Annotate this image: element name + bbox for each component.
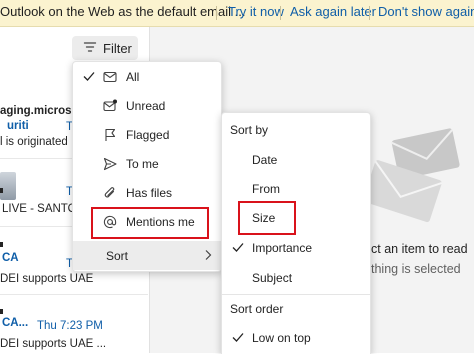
filter-label: Filter (103, 41, 132, 56)
banner-separator (369, 6, 370, 20)
send-icon (103, 157, 117, 171)
paperclip-icon (103, 186, 117, 200)
filter-flagged-item[interactable]: Flagged (73, 121, 221, 149)
checkmark-icon (82, 69, 96, 86)
ask-again-later-link[interactable]: Ask again later (290, 4, 376, 19)
filter-all-item[interactable]: All (73, 63, 221, 91)
filter-lines-icon (83, 40, 97, 57)
unread-marker (0, 188, 3, 193)
filter-menu: All Unread Flagged To me Has files Menti… (72, 61, 222, 272)
sort-by-importance-label: Importance (252, 241, 313, 255)
mail-unread-icon (103, 99, 117, 113)
banner-separator (280, 6, 281, 20)
sort-by-size-label: Size (252, 211, 276, 225)
dont-show-again-link[interactable]: Don't show again (378, 4, 474, 19)
sort-by-from-label: From (252, 182, 280, 196)
subject-fragment: uriti (7, 120, 29, 132)
sender-name: CA (2, 252, 19, 264)
sort-by-importance-item[interactable]: Importance (222, 234, 370, 262)
filter-to-me-label: To me (126, 157, 159, 171)
sender-name: CA... (2, 317, 29, 329)
filter-flagged-label: Flagged (126, 128, 170, 142)
message-preview: l is originated (0, 136, 68, 148)
message-preview: DEI supports UAE (0, 273, 94, 285)
sort-order-low-on-top-label: Low on top (252, 331, 311, 345)
checkmark-icon (231, 330, 245, 347)
row-divider (0, 294, 148, 295)
filter-sort-item[interactable]: Sort (73, 241, 221, 270)
banner-separator (216, 6, 217, 20)
filter-button[interactable]: Filter (72, 36, 138, 60)
filter-has-files-label: Has files (126, 186, 173, 200)
chevron-right-icon (203, 249, 213, 264)
mail-icon (103, 70, 117, 84)
filter-has-files-item[interactable]: Has files (73, 179, 221, 207)
flag-icon (103, 128, 117, 142)
sort-by-subject-label: Subject (252, 271, 293, 285)
sort-by-subject-item[interactable]: Subject (222, 264, 370, 292)
sort-by-header: Sort by (230, 123, 269, 137)
filter-unread-item[interactable]: Unread (73, 92, 221, 120)
sort-order-header: Sort order (230, 302, 284, 316)
filter-unread-label: Unread (126, 99, 166, 113)
filter-mentions-me-label: Mentions me (126, 215, 195, 229)
filter-to-me-item[interactable]: To me (73, 150, 221, 178)
default-mail-banner: Outlook on the Web as the default email … (0, 0, 474, 27)
filter-mentions-me-item[interactable]: Mentions me (73, 208, 221, 236)
filter-sort-label: Sort (106, 249, 129, 263)
sort-by-date-item[interactable]: Date (222, 146, 370, 174)
at-sign-icon (103, 215, 117, 229)
message-time: Thu 7:23 PM (37, 320, 103, 332)
try-it-now-link[interactable]: Try it now (228, 4, 284, 19)
checkmark-icon (231, 240, 245, 257)
empty-state-title: ct an item to read (371, 242, 468, 256)
filter-all-label: All (126, 70, 140, 84)
banner-message: Outlook on the Web as the default email … (0, 4, 246, 19)
sort-order-low-on-top-item[interactable]: Low on top (222, 324, 370, 352)
unread-marker (0, 242, 3, 247)
sender-thumbnail (0, 172, 16, 200)
menu-divider (222, 294, 370, 295)
unread-marker (0, 309, 3, 314)
sort-menu: Sort by Date From Size Importance Subjec… (221, 112, 371, 354)
sort-by-size-item[interactable]: Size (222, 204, 370, 232)
sender-name: aging.microso (0, 105, 79, 117)
message-preview: DEI supports UAE ... (0, 338, 107, 350)
sort-by-from-item[interactable]: From (222, 175, 370, 203)
sort-by-date-label: Date (252, 153, 278, 167)
empty-state-subtitle: thing is selected (371, 262, 461, 276)
